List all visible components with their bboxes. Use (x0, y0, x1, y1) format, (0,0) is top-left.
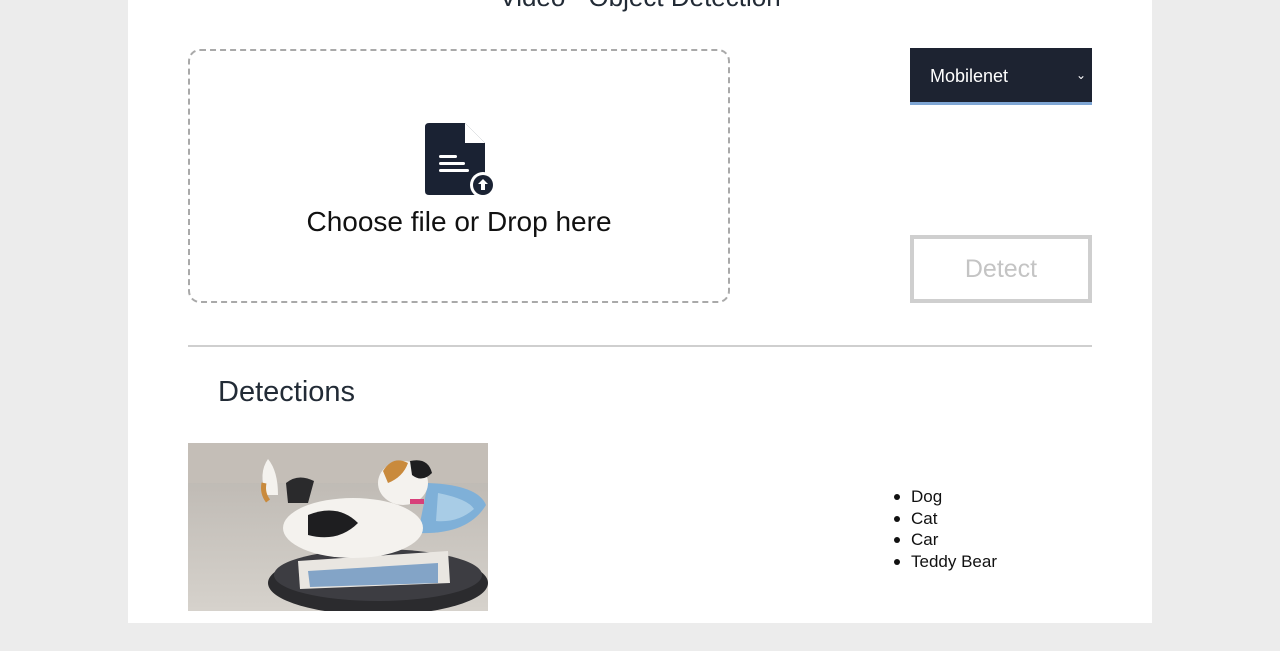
video-frame-image (188, 443, 488, 611)
detections-heading: Detections (218, 376, 356, 408)
main-panel: Video - Object Detection Choose file or … (128, 0, 1152, 623)
section-divider (188, 345, 1092, 347)
list-item: Cat (894, 508, 997, 530)
page-title: Video - Object Detection (128, 0, 1152, 12)
model-select-value: Mobilenet (930, 66, 1009, 86)
detect-button[interactable]: Detect (910, 235, 1092, 303)
dropzone-label: Choose file or Drop here (306, 206, 612, 237)
file-dropzone[interactable]: Choose file or Drop here (188, 49, 730, 303)
model-select[interactable]: Mobilenet ⌄ (910, 48, 1092, 105)
file-upload-icon (425, 123, 496, 198)
list-item: Teddy Bear (894, 551, 997, 571)
list-item: Dog (894, 486, 997, 508)
chevron-down-icon: ⌄ (1075, 68, 1086, 82)
detections-list: Dog Cat Car Teddy Bear (894, 486, 997, 572)
list-item: Car (894, 529, 997, 551)
video-player[interactable] (188, 443, 488, 611)
